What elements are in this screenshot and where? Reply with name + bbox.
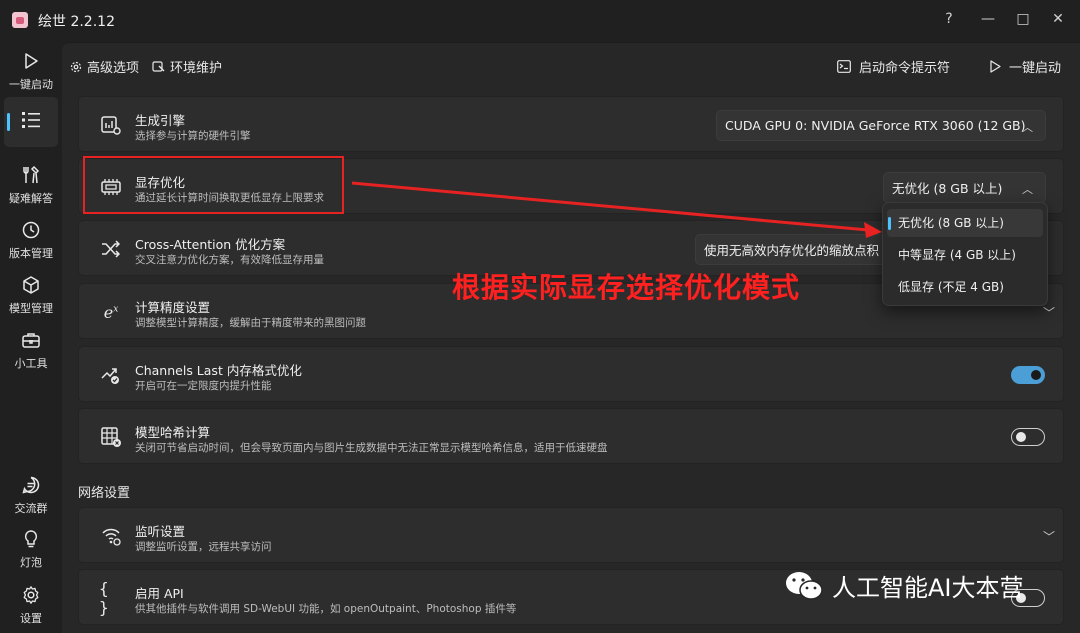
section-title-network: 网络设置 bbox=[78, 486, 131, 501]
setting-title: 模型哈希计算 bbox=[135, 425, 211, 440]
trend-check-icon bbox=[99, 364, 123, 386]
channels-last-toggle[interactable] bbox=[1011, 366, 1045, 384]
dropdown-option[interactable]: 中等显存 (4 GB 以上) bbox=[887, 241, 1043, 269]
content-panel: 高级选项 环境维护 启动命令提示符 一键启动 生成引擎 选择参与计算的硬件引擎 bbox=[62, 42, 1080, 633]
setting-engine: 生成引擎 选择参与计算的硬件引擎 CUDA GPU 0: NVIDIA GeFo… bbox=[78, 96, 1064, 152]
play-small-icon bbox=[989, 60, 1001, 73]
cube-icon bbox=[20, 274, 42, 296]
history-icon bbox=[20, 219, 42, 241]
setting-title: 监听设置 bbox=[135, 524, 186, 539]
model-hash-toggle[interactable] bbox=[1011, 428, 1045, 446]
gear-icon bbox=[20, 584, 42, 606]
setting-title: Cross-Attention 优化方案 bbox=[135, 237, 286, 252]
bulb-icon bbox=[20, 528, 42, 550]
setting-title: 计算精度设置 bbox=[135, 300, 211, 315]
nav-item-label: 版本管理 bbox=[9, 247, 53, 260]
vram-optimization-select[interactable]: 无优化 (8 GB 以上) ︿ bbox=[883, 172, 1046, 203]
nav-item-advanced[interactable] bbox=[4, 97, 58, 147]
nav-item-label: 灯泡 bbox=[20, 556, 42, 569]
setting-listen[interactable]: 监听设置 调整监听设置，远程共享访问 ﹀ bbox=[78, 507, 1064, 563]
setting-title: Channels Last 内存格式优化 bbox=[135, 363, 302, 378]
wechat-icon bbox=[784, 569, 824, 603]
hash-table-icon bbox=[99, 426, 123, 448]
app-logo-icon bbox=[12, 12, 28, 28]
open-cmd-button[interactable]: 启动命令提示符 bbox=[837, 57, 950, 76]
title-bar: 绘世 2.2.12 ? — □ ✕ bbox=[0, 0, 1080, 40]
braces-icon: { } bbox=[99, 579, 109, 617]
watermark: 人工智能AI大本营 bbox=[784, 568, 1024, 603]
vram-select-value: 无优化 (8 GB 以上) bbox=[892, 181, 1003, 196]
tab-label: 高级选项 bbox=[87, 61, 140, 76]
chevron-up-icon: ︿ bbox=[1022, 121, 1033, 134]
play-icon bbox=[20, 50, 42, 72]
maintenance-icon bbox=[152, 60, 165, 73]
terminal-icon bbox=[837, 60, 851, 73]
tab-label: 环境维护 bbox=[170, 61, 223, 76]
nav-item-launch[interactable]: 一键启动 bbox=[4, 46, 58, 96]
chat-icon bbox=[20, 474, 42, 496]
engine-icon bbox=[99, 114, 123, 136]
setting-desc: 关闭可节省启动时间，但会导致页面内与图片生成数据中无法正常显示模型哈希信息，适用… bbox=[135, 442, 608, 454]
nav-item-label: 小工具 bbox=[14, 357, 48, 370]
engine-select-value: CUDA GPU 0: NVIDIA GeForce RTX 3060 (12 … bbox=[725, 118, 1026, 133]
dropdown-option[interactable]: 低显存 (不足 4 GB) bbox=[887, 273, 1043, 301]
setting-desc: 开启可在一定限度内提升性能 bbox=[135, 380, 272, 392]
nav-item-settings[interactable]: 设置 bbox=[4, 580, 58, 630]
watermark-text: 人工智能AI大本营 bbox=[832, 574, 1024, 602]
chevron-down-icon[interactable]: ﹀ bbox=[1043, 528, 1055, 545]
nav-item-label: 模型管理 bbox=[9, 302, 53, 315]
left-nav: 一键启动 疑难解答 版本管理 模型管理 小工具 交流群 灯泡 设置 bbox=[0, 40, 62, 633]
setting-title: 启用 API bbox=[135, 586, 184, 601]
help-button[interactable]: ? bbox=[934, 5, 964, 33]
launch-label: 一键启动 bbox=[1009, 61, 1062, 76]
chevron-down-icon[interactable]: ﹀ bbox=[1043, 304, 1055, 321]
nav-item-label: 疑难解答 bbox=[9, 192, 53, 205]
nav-item-label: 设置 bbox=[20, 612, 42, 625]
setting-desc: 调整监听设置，远程共享访问 bbox=[135, 541, 272, 553]
tools-icon bbox=[20, 164, 42, 186]
open-cmd-label: 启动命令提示符 bbox=[859, 61, 951, 76]
close-button[interactable]: ✕ bbox=[1043, 5, 1073, 33]
vram-options-dropdown: 无优化 (8 GB 以上) 中等显存 (4 GB 以上) 低显存 (不足 4 G… bbox=[882, 202, 1048, 306]
precision-icon: ex bbox=[103, 302, 119, 322]
nav-item-label: 交流群 bbox=[14, 502, 48, 515]
nav-item-models[interactable]: 模型管理 bbox=[4, 270, 58, 320]
setting-desc: 交叉注意力优化方案，有效降低显存用量 bbox=[135, 254, 324, 266]
toolbox-icon bbox=[20, 329, 42, 351]
top-bar: 高级选项 环境维护 启动命令提示符 一键启动 bbox=[62, 43, 1080, 89]
setting-channels-last: Channels Last 内存格式优化 开启可在一定限度内提升性能 bbox=[78, 346, 1064, 402]
gear-small-icon bbox=[70, 61, 82, 73]
tab-maintenance[interactable]: 环境维护 bbox=[152, 57, 222, 76]
shuffle-icon bbox=[99, 238, 123, 260]
nav-item-tools[interactable]: 小工具 bbox=[4, 325, 58, 375]
app-title: 绘世 2.2.12 bbox=[38, 14, 115, 30]
launch-button[interactable]: 一键启动 bbox=[989, 57, 1061, 76]
setting-desc: 调整模型计算精度，缓解由于精度带来的黑图问题 bbox=[135, 317, 366, 329]
maximize-button[interactable]: □ bbox=[1008, 5, 1038, 33]
setting-desc: 供其他插件与软件调用 SD-WebUI 功能，如 openOutpaint、Ph… bbox=[135, 603, 517, 615]
nav-item-versions[interactable]: 版本管理 bbox=[4, 215, 58, 265]
tab-advanced[interactable]: 高级选项 bbox=[70, 57, 139, 76]
chevron-up-icon: ︿ bbox=[1022, 183, 1033, 196]
minimize-button[interactable]: — bbox=[973, 5, 1003, 33]
annotation-text: 根据实际显存选择优化模式 bbox=[452, 271, 801, 304]
annotation-highlight-box bbox=[83, 156, 344, 214]
setting-desc: 选择参与计算的硬件引擎 bbox=[135, 130, 251, 142]
dropdown-option[interactable]: 无优化 (8 GB 以上) bbox=[887, 209, 1043, 237]
nav-item-community[interactable]: 交流群 bbox=[4, 470, 58, 520]
engine-select[interactable]: CUDA GPU 0: NVIDIA GeForce RTX 3060 (12 … bbox=[716, 110, 1046, 141]
wireless-icon bbox=[99, 525, 123, 547]
list-icon bbox=[20, 109, 42, 131]
nav-item-bulb[interactable]: 灯泡 bbox=[4, 524, 58, 574]
nav-item-troubleshoot[interactable]: 疑难解答 bbox=[4, 160, 58, 210]
setting-title: 生成引擎 bbox=[135, 113, 186, 128]
setting-model-hash: 模型哈希计算 关闭可节省启动时间，但会导致页面内与图片生成数据中无法正常显示模型… bbox=[78, 408, 1064, 464]
nav-item-label: 一键启动 bbox=[9, 78, 53, 91]
